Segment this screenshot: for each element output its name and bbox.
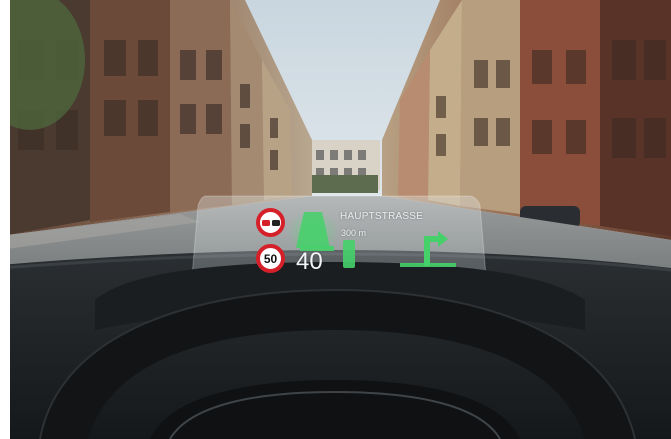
hud-graphics [287, 210, 456, 268]
current-speed: 40 [296, 248, 323, 275]
turn-distance: 300 m [341, 228, 367, 238]
turn-right-arrow-icon [400, 231, 456, 267]
no-overtaking-cars-icon [261, 219, 280, 226]
no-overtaking-sign-icon [256, 208, 285, 237]
speed-limit-sign: 50 [256, 244, 285, 273]
speed-limit-value: 50 [263, 251, 278, 266]
street-name: HAUPTSTRASSE [340, 211, 423, 222]
car-interior-head-up-display-photo: 50 40 HAUPTSTRASSE 300 m [0, 0, 671, 439]
